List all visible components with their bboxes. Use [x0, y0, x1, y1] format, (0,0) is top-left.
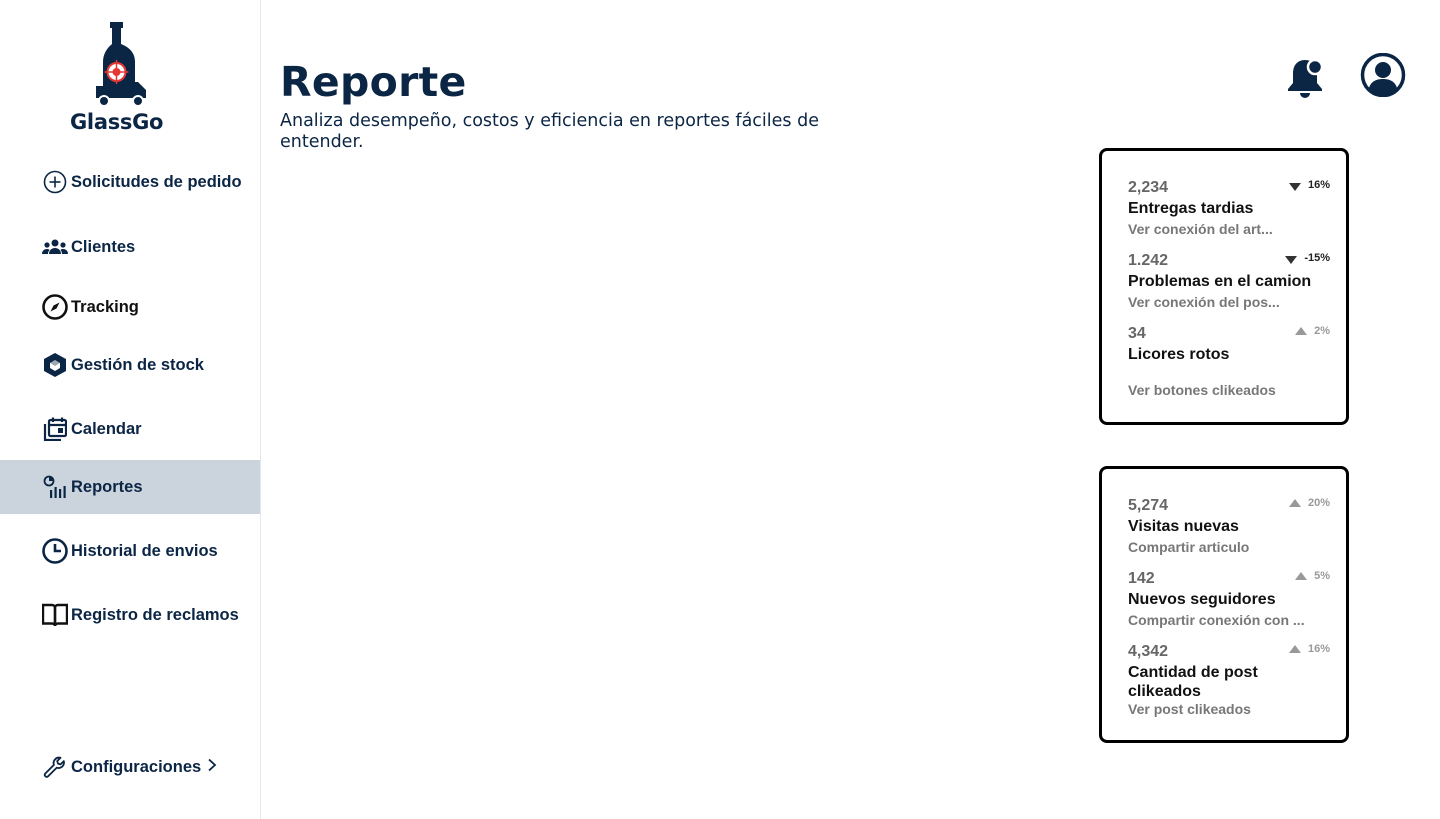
stat-link[interactable]: Compartir conexión con ...	[1128, 612, 1328, 628]
page-subtitle: Analiza desempeño, costos y eficiencia e…	[280, 111, 819, 152]
sidebar-item-reclamos[interactable]: Registro de reclamos	[0, 588, 260, 642]
sidebar-item-label: Solicitudes de pedido	[71, 172, 242, 191]
sidebar-item-tracking[interactable]: Tracking	[0, 280, 260, 334]
sidebar-item-label: Gestión de stock	[71, 355, 204, 374]
trend-badge: 16%	[1288, 179, 1330, 191]
box-icon	[42, 352, 68, 378]
trend-up-icon	[1288, 499, 1301, 507]
trend-value: 20%	[1307, 497, 1330, 509]
stat-title: Licores rotos	[1128, 346, 1230, 363]
page-title: Reporte	[280, 58, 467, 106]
stat-item: 142 Nuevos seguidores Compartir conexión…	[1128, 570, 1330, 628]
trend-badge: 5%	[1295, 570, 1330, 582]
sidebar-item-historial[interactable]: Historial de envios	[0, 524, 260, 578]
sidebar-item-label: Reportes	[71, 477, 143, 496]
book-icon	[42, 602, 68, 628]
trend-badge: -15%	[1285, 252, 1330, 264]
sidebar-item-label: Calendar	[71, 419, 142, 438]
sidebar-item-stock[interactable]: Gestión de stock	[0, 338, 260, 392]
compass-icon	[42, 294, 68, 320]
stat-title: Entregas tardias	[1128, 200, 1254, 217]
stat-item: 4,342 Cantidad de post clikeados Ver pos…	[1128, 643, 1330, 717]
users-icon	[42, 234, 68, 260]
trend-up-icon	[1288, 645, 1301, 653]
bottle-truck-logo-icon	[96, 22, 146, 106]
trend-value: 5%	[1314, 570, 1330, 582]
stat-title: Visitas nuevas	[1128, 518, 1239, 535]
trend-value: -15%	[1304, 252, 1330, 264]
sidebar-item-label: Registro de reclamos	[71, 605, 239, 624]
stat-link[interactable]: Ver conexión del art...	[1128, 221, 1328, 237]
sidebar-item-reportes[interactable]: Reportes	[0, 460, 260, 514]
stat-title: Nuevos seguidores	[1128, 591, 1276, 608]
user-avatar-icon[interactable]	[1359, 52, 1407, 102]
plus-circle-icon	[42, 169, 68, 195]
calendar-icon	[42, 416, 68, 442]
sidebar-item-calendar[interactable]: Calendar	[0, 402, 260, 456]
sidebar-item-solicitudes[interactable]: Solicitudes de pedido	[0, 155, 260, 209]
chevron-right-icon	[206, 758, 218, 777]
trend-down-icon	[1288, 182, 1301, 191]
sidebar-item-label: Configuraciones	[71, 757, 202, 776]
stat-item: 34 Licores rotos Ver botones clikeados 2…	[1128, 325, 1330, 398]
stat-item: 2,234 Entregas tardias Ver conexión del …	[1128, 179, 1330, 237]
trend-up-icon	[1295, 572, 1308, 580]
stat-link[interactable]: Ver conexión del pos...	[1128, 294, 1328, 310]
notification-bell-icon[interactable]	[1286, 57, 1324, 104]
trend-badge: 16%	[1288, 643, 1330, 655]
sidebar-item-label: Historial de envios	[71, 541, 218, 560]
stat-item: 1.242 Problemas en el camion Ver conexió…	[1128, 252, 1330, 310]
stat-link[interactable]: Ver post clikeados	[1128, 701, 1328, 717]
wrench-icon	[42, 754, 68, 780]
trend-value: 16%	[1307, 643, 1330, 655]
sidebar-item-label: Tracking	[71, 297, 139, 316]
trend-down-icon	[1285, 255, 1298, 264]
brand-name: GlassGo	[70, 110, 164, 134]
sidebar-item-clientes[interactable]: Clientes	[0, 220, 260, 274]
sidebar: GlassGo Solicitudes de pedido Clientes T…	[0, 0, 261, 819]
stat-link[interactable]: Ver botones clikeados	[1128, 382, 1328, 398]
sidebar-item-configuraciones[interactable]: Configuraciones	[0, 740, 260, 794]
sidebar-item-label: Clientes	[71, 237, 136, 256]
metrics-card-engagement: 5,274 Visitas nuevas Compartir articulo …	[1099, 466, 1349, 743]
trend-value: 2%	[1314, 325, 1330, 337]
app-logo[interactable]: GlassGo	[68, 22, 172, 138]
stat-title: Problemas en el camion	[1128, 273, 1312, 290]
trend-up-icon	[1295, 327, 1308, 335]
metrics-card-delivery: 2,234 Entregas tardias Ver conexión del …	[1099, 148, 1349, 425]
clock-icon	[42, 538, 68, 564]
stat-link[interactable]: Compartir articulo	[1128, 539, 1328, 555]
stat-title: Cantidad de post clikeados	[1128, 664, 1258, 700]
stat-item: 5,274 Visitas nuevas Compartir articulo …	[1128, 497, 1330, 555]
trend-value: 16%	[1307, 179, 1330, 191]
trend-badge: 20%	[1288, 497, 1330, 509]
report-chart-icon	[42, 474, 68, 500]
trend-badge: 2%	[1295, 325, 1330, 337]
